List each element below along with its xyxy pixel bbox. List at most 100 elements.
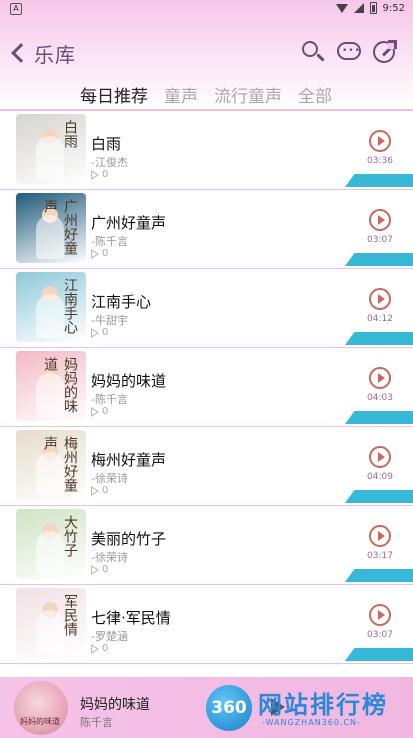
song-artist: -徐荣诗 (91, 472, 128, 485)
play-button[interactable] (369, 604, 391, 626)
accent-tab (345, 490, 413, 503)
play-button[interactable] (369, 525, 391, 547)
player-artist: 陈千言 (80, 716, 113, 729)
cover-art[interactable]: 妈妈的味道 (16, 351, 86, 421)
play-icon (378, 373, 385, 383)
play-count-value: 0 (102, 169, 109, 180)
play-button[interactable] (369, 288, 391, 310)
clock: 9:52 (382, 2, 405, 14)
category-tabs: 每日推荐 童声 流行童声 全部 (80, 82, 332, 108)
song-artist: -江俊杰 (91, 156, 128, 169)
play-count-value: 0 (102, 485, 109, 496)
play-count-icon (91, 564, 99, 575)
accent-tab (345, 648, 413, 661)
cover-art[interactable]: 白雨 (16, 114, 86, 184)
player-song-title: 妈妈的味道 (80, 697, 150, 713)
song-title: 广州好童声 (91, 214, 167, 232)
play-count: 0 (91, 485, 108, 496)
notification-icon: A (10, 3, 22, 15)
page-title: 乐库 (34, 42, 76, 67)
song-title: 梅州好童声 (91, 451, 167, 469)
play-button[interactable] (369, 446, 391, 468)
back-button[interactable]: 乐库 (8, 36, 78, 70)
signal-icon (353, 3, 364, 13)
chevron-left-icon (11, 43, 31, 63)
play-icon (378, 531, 385, 541)
song-title: 妈妈的味道 (91, 372, 167, 390)
search-icon[interactable] (301, 40, 325, 64)
song-duration: 03:36 (367, 156, 393, 166)
play-count-value: 0 (102, 327, 109, 338)
cover-art[interactable]: 梅州好童声 (16, 430, 86, 500)
song-row[interactable]: 梅州好童声 梅州好童声 -徐荣诗 0 04:09 (0, 427, 413, 506)
song-row[interactable]: 大竹子 美丽的竹子 -徐荣诗 0 03:17 (0, 506, 413, 585)
play-icon (378, 215, 385, 225)
watermark-logo: 360 (206, 685, 252, 731)
play-count-value: 0 (102, 643, 109, 654)
play-count: 0 (91, 327, 108, 338)
song-row[interactable]: 妈妈的味道 妈妈的味道 -陈千言 0 04:03 (0, 348, 413, 427)
play-count-icon (91, 327, 99, 338)
accent-tab (345, 332, 413, 345)
wifi-icon (335, 3, 348, 13)
song-row[interactable]: 白雨 白雨 -江俊杰 0 03:36 (0, 111, 413, 190)
play-icon (378, 452, 385, 462)
tab-daily-recommend[interactable]: 每日推荐 (80, 82, 148, 108)
cover-art[interactable]: 军民情 (16, 588, 86, 658)
play-count: 0 (91, 564, 108, 575)
play-count-icon (91, 248, 99, 259)
cover-art[interactable]: 江南手心 (16, 272, 86, 342)
play-button[interactable] (369, 130, 391, 152)
song-duration: 04:12 (367, 314, 393, 324)
song-artist: -牛甜宇 (91, 314, 128, 327)
song-duration: 03:07 (367, 235, 393, 245)
play-count: 0 (91, 248, 108, 259)
play-count-value: 0 (102, 406, 109, 417)
song-list: 白雨 白雨 -江俊杰 0 03:36 广州好童声 广州好童声 -陈千言 0 03… (0, 111, 413, 677)
play-count-value: 0 (102, 564, 109, 575)
song-artist: -罗楚涵 (91, 630, 128, 643)
play-count-icon (91, 406, 99, 417)
play-icon (378, 136, 385, 146)
play-button[interactable] (369, 367, 391, 389)
song-artist: -陈千言 (91, 393, 128, 406)
play-count: 0 (91, 643, 108, 654)
song-title: 江南手心 (91, 293, 152, 311)
header: 乐库 ••• (0, 30, 413, 74)
play-count: 0 (91, 406, 108, 417)
song-title: 白雨 (91, 135, 122, 153)
cover-art[interactable]: 大竹子 (16, 509, 86, 579)
player-cover-art[interactable]: 妈妈的味道 (14, 681, 68, 735)
play-icon (378, 610, 385, 620)
song-duration: 03:17 (367, 551, 393, 561)
tab-all[interactable]: 全部 (298, 82, 332, 108)
play-button[interactable] (369, 209, 391, 231)
tab-kids-voice[interactable]: 童声 (164, 82, 198, 108)
song-row[interactable]: 江南手心 江南手心 -牛甜宇 0 04:12 (0, 269, 413, 348)
watermark-subtext: -WANGZHAN360.CN- (262, 718, 361, 727)
play-icon (378, 294, 385, 304)
play-count-icon (91, 169, 99, 180)
watermark-text: 网站排行榜 (258, 691, 388, 719)
accent-tab (345, 174, 413, 187)
song-duration: 04:03 (367, 393, 393, 403)
song-duration: 04:09 (367, 472, 393, 482)
play-count-icon (91, 485, 99, 496)
tab-pop-kids-voice[interactable]: 流行童声 (214, 82, 282, 108)
share-icon[interactable] (373, 40, 397, 64)
song-title: 美丽的竹子 (91, 530, 167, 548)
accent-tab (345, 569, 413, 582)
song-duration: 03:07 (367, 630, 393, 640)
header-actions: ••• (301, 40, 397, 64)
cover-art[interactable]: 广州好童声 (16, 193, 86, 263)
status-icons: 9:52 (335, 2, 405, 14)
status-bar: A 9:52 (0, 0, 413, 18)
app-screen: A 9:52 乐库 ••• 每日推荐 童声 流行童声 全部 白雨 白雨 -江俊杰… (0, 0, 413, 738)
accent-tab (345, 411, 413, 424)
row-divider (0, 662, 413, 664)
song-row[interactable]: 广州好童声 广州好童声 -陈千言 0 03:07 (0, 190, 413, 269)
song-artist: -徐荣诗 (91, 551, 128, 564)
message-icon[interactable]: ••• (337, 40, 361, 64)
song-title: 七律·军民情 (91, 609, 171, 627)
song-row[interactable]: 军民情 七律·军民情 -罗楚涵 0 03:07 (0, 585, 413, 664)
